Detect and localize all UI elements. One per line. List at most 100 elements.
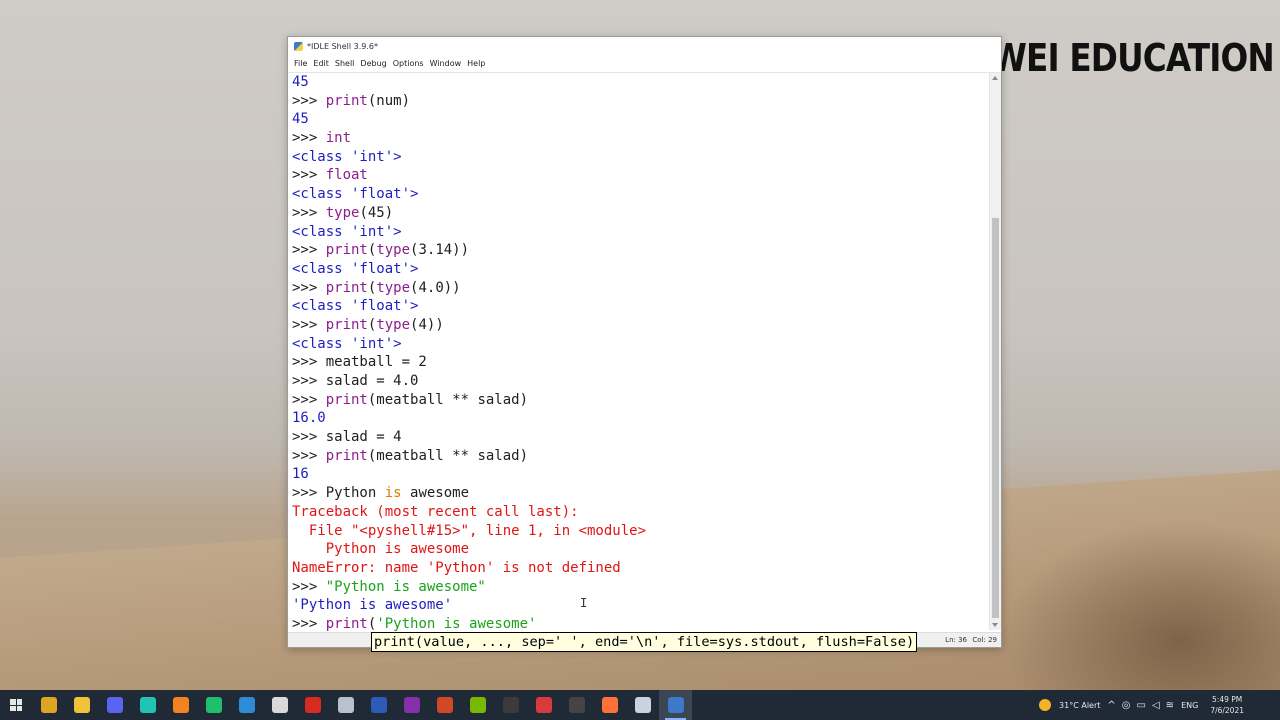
acrobat-icon	[304, 697, 321, 713]
clock-time: 5:49 PM	[1212, 695, 1243, 704]
menu-debug[interactable]: Debug	[359, 59, 387, 68]
shell-line: >>> type(45)	[288, 204, 988, 223]
taskbar-app-button[interactable]	[32, 690, 65, 720]
network-icon[interactable]: ◎	[1122, 700, 1131, 711]
shell-text-segment: <class 'float'>	[292, 186, 419, 203]
taskbar-app-button[interactable]	[164, 690, 197, 720]
notepad-icon	[634, 697, 651, 713]
clock[interactable]: 5:49 PM 7/6/2021	[1210, 694, 1244, 716]
menu-window[interactable]: Window	[429, 59, 463, 68]
vscode-icon	[238, 697, 255, 713]
shell-text-area[interactable]: 45 >>> print(num) 45 >>> int <class 'int'> >>…	[288, 73, 988, 633]
shell-line: <class 'int'>	[288, 335, 988, 354]
shell-text-segment: File "<pyshell#15>", line 1, in <module>	[292, 522, 647, 539]
shell-text-segment: >>>	[292, 354, 326, 371]
taskbar-app-button[interactable]	[461, 690, 494, 720]
word-icon	[370, 697, 387, 713]
taskbar-app-button[interactable]	[362, 690, 395, 720]
taskbar-app-button[interactable]	[659, 690, 692, 720]
wifi-icon[interactable]: ≋	[1166, 700, 1174, 711]
shell-text-segment: int	[325, 130, 352, 147]
volume-icon[interactable]: ◁	[1152, 700, 1160, 711]
shell-text-segment: print	[325, 447, 368, 464]
shell-text-segment: print	[325, 242, 368, 259]
taskbar-app-button[interactable]	[98, 690, 131, 720]
shell-line: >>> int	[288, 129, 988, 148]
shell-line: >>> print(type(4))	[288, 316, 988, 335]
onenote-icon	[403, 697, 420, 713]
idle-shell-window[interactable]: *IDLE Shell 3.9.6* File Edit Shell Debug…	[287, 36, 1002, 648]
column-number: Col: 29	[972, 636, 997, 644]
shell-text-segment: >>>	[292, 167, 326, 184]
shell-text-segment: awesome	[401, 485, 470, 502]
taskbar-app-button[interactable]	[263, 690, 296, 720]
title-bar[interactable]: *IDLE Shell 3.9.6*	[288, 37, 1001, 55]
shell-text-segment: (meatball ** salad)	[367, 391, 529, 408]
shell-text-segment: 45	[292, 74, 309, 90]
taskbar-app-button[interactable]	[197, 690, 230, 720]
vertical-scrollbar[interactable]	[989, 73, 1001, 630]
weather-icon[interactable]	[1039, 699, 1052, 711]
clock-date: 7/6/2021	[1210, 706, 1244, 715]
shell-text-segment: Traceback (most recent call last):	[292, 503, 579, 520]
shell-text-segment: salad = 4	[325, 429, 402, 446]
shell-text-segment: type	[376, 316, 411, 333]
scroll-up-icon[interactable]	[992, 76, 998, 80]
firefox-icon	[601, 697, 618, 713]
shell-text-segment: >>>	[292, 130, 326, 147]
shell-line: >>> print(meatball ** salad)	[288, 391, 988, 410]
shell-text-segment: Python is awesome	[292, 541, 470, 558]
taskbar-apps	[32, 690, 692, 720]
language-indicator[interactable]: ENG	[1181, 701, 1198, 710]
taskbar-app-button[interactable]	[494, 690, 527, 720]
shell-text-segment: "Python is awesome"	[325, 578, 486, 595]
start-button[interactable]	[0, 690, 32, 720]
shell-text-segment: >>>	[292, 279, 326, 296]
menu-edit[interactable]: Edit	[312, 59, 330, 68]
shell-text-segment: Python	[325, 485, 385, 502]
taskbar-app-button[interactable]	[626, 690, 659, 720]
shell-line: >>> Python is awesome	[288, 484, 988, 503]
scroll-thumb[interactable]	[992, 218, 999, 618]
taskbar-app-button[interactable]	[131, 690, 164, 720]
menu-options[interactable]: Options	[392, 59, 425, 68]
taskbar-app-button[interactable]	[65, 690, 98, 720]
shell-text-segment: print	[325, 391, 368, 408]
menu-file[interactable]: File	[293, 59, 308, 68]
shell-text-segment: >>>	[292, 429, 326, 446]
taskbar-app-button[interactable]	[296, 690, 329, 720]
weather-text[interactable]: 31°C Alert	[1059, 701, 1100, 710]
chrome-icon	[40, 697, 57, 713]
battery-icon[interactable]: ▭	[1137, 700, 1146, 711]
shell-text-segment: <class 'int'>	[292, 148, 402, 165]
shell-text-segment: print	[325, 279, 368, 296]
scroll-down-icon[interactable]	[992, 623, 998, 627]
taskbar-app-button[interactable]	[593, 690, 626, 720]
shell-text-segment: print	[325, 615, 368, 632]
taskbar-app-button[interactable]	[329, 690, 362, 720]
menu-help[interactable]: Help	[466, 59, 486, 68]
shell-text-segment: 'Python is awesome'	[376, 615, 537, 632]
shell-text-segment: type	[376, 279, 411, 296]
pycharm-icon	[205, 697, 222, 713]
windows-icon	[10, 699, 22, 711]
shell-line: >>> print(type(4.0))	[288, 279, 988, 298]
printer-icon	[337, 697, 354, 713]
shell-line: File "<pyshell#15>", line 1, in <module>	[288, 522, 988, 541]
taskbar-app-button[interactable]	[230, 690, 263, 720]
shell-text-segment: <class 'float'>	[292, 260, 419, 277]
shell-text-segment: 16	[292, 466, 309, 483]
shell-line: >>> print('Python is awesome'	[288, 615, 988, 633]
taskbar-app-button[interactable]	[395, 690, 428, 720]
taskbar-app-button[interactable]	[428, 690, 461, 720]
menu-shell[interactable]: Shell	[334, 59, 356, 68]
shell-text-segment: 'Python is awesome'	[292, 597, 453, 614]
nvidia-icon	[469, 697, 486, 713]
settings-icon	[271, 697, 288, 713]
shell-line: 16.0	[288, 409, 988, 428]
taskbar-app-button[interactable]	[527, 690, 560, 720]
shell-line: >>> salad = 4	[288, 428, 988, 447]
obs-icon	[568, 697, 585, 713]
taskbar-app-button[interactable]	[560, 690, 593, 720]
chevron-up-icon[interactable]: ^	[1107, 700, 1115, 711]
